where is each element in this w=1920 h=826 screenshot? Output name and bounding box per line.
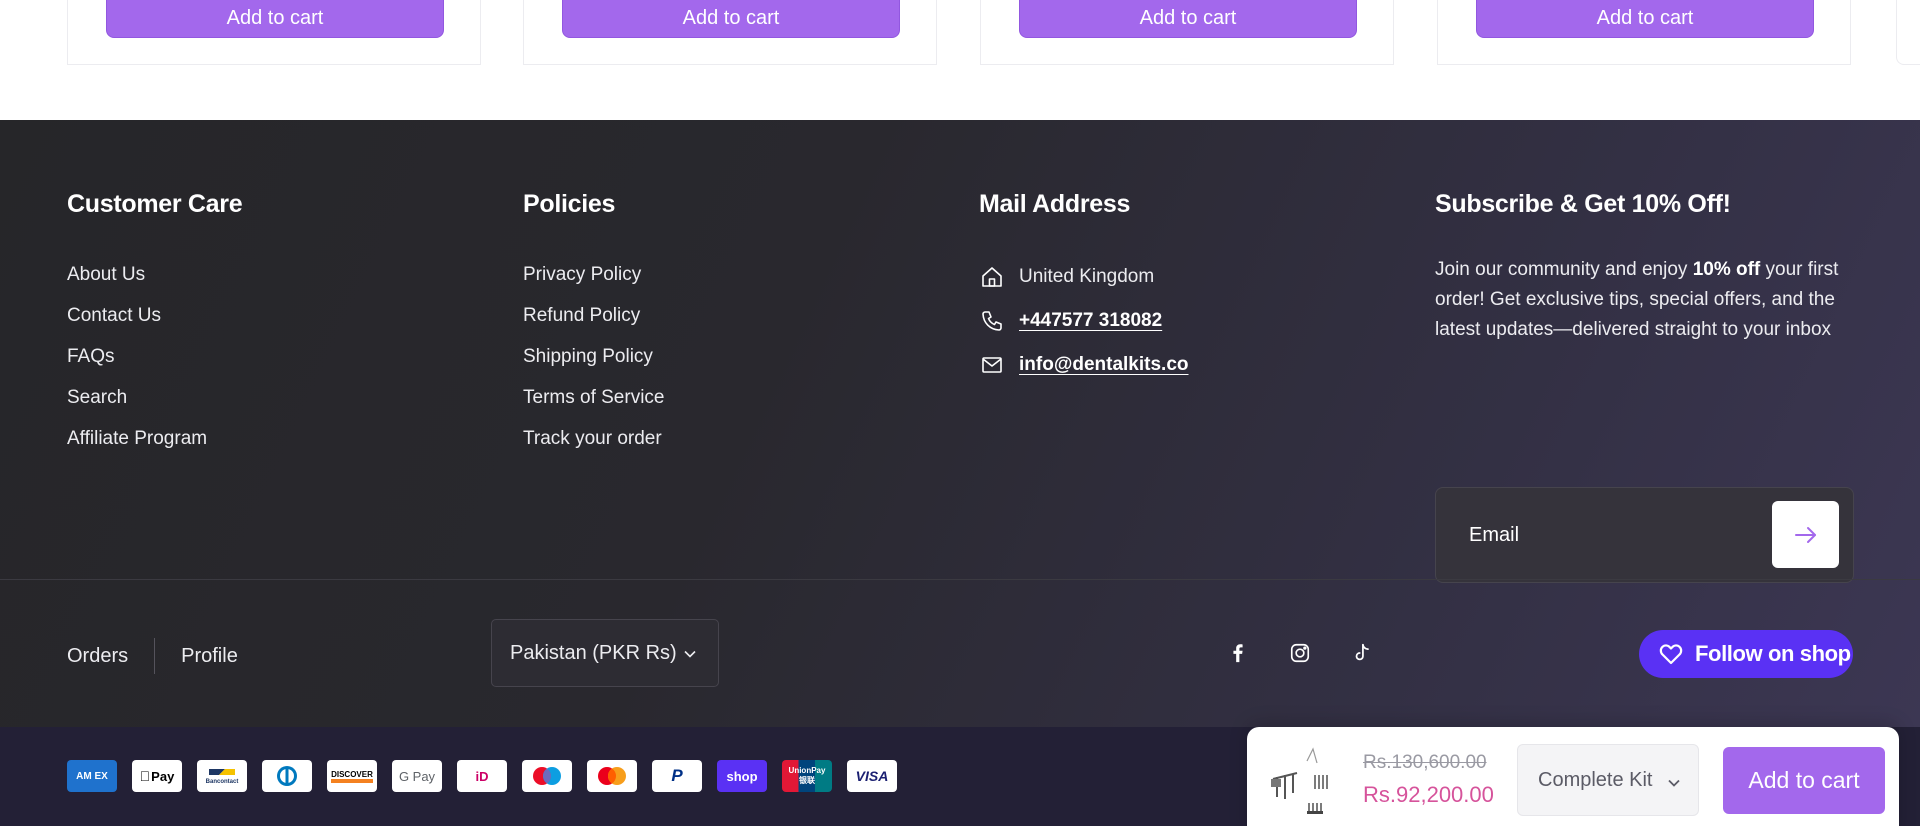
mail-icon bbox=[979, 352, 1005, 378]
footer-link-faqs[interactable]: FAQs bbox=[67, 345, 242, 386]
subscribe-discount: 10% off bbox=[1692, 259, 1761, 280]
diners-club-icon bbox=[262, 760, 312, 792]
payment-icons: AM EX Pay Bancontact DISCOVER G Pay iD … bbox=[67, 760, 912, 792]
footer-link-contact-us[interactable]: Contact Us bbox=[67, 304, 242, 345]
facebook-icon[interactable] bbox=[1224, 639, 1252, 667]
subscribe-text-part: Join our community and enjoy bbox=[1435, 259, 1693, 280]
footer-link-affiliate[interactable]: Affiliate Program bbox=[67, 427, 242, 468]
visa-icon: VISA bbox=[847, 760, 897, 792]
country-selector[interactable]: Pakistan (PKR Rs) bbox=[491, 619, 719, 687]
location-text: United Kingdom bbox=[1019, 266, 1155, 287]
payment-label: iD bbox=[475, 768, 489, 784]
home-icon bbox=[979, 264, 1005, 290]
footer-link-privacy-policy[interactable]: Privacy Policy bbox=[523, 263, 664, 304]
amex-icon: AM EX bbox=[67, 760, 117, 792]
email-link[interactable]: info@dentalkits.co bbox=[1019, 354, 1189, 376]
heart-icon bbox=[1659, 643, 1683, 665]
payment-label: VISA bbox=[855, 768, 889, 784]
product-card: Add to cart bbox=[67, 0, 481, 65]
product-card-partial bbox=[1896, 0, 1920, 65]
original-price: Rs.130,600.00 bbox=[1363, 752, 1487, 773]
contact-list: United Kingdom +447577 318082 info@denta… bbox=[979, 255, 1189, 387]
chevron-down-icon bbox=[1668, 779, 1680, 787]
subscribe-heading: Subscribe & Get 10% Off! bbox=[1435, 190, 1731, 218]
follow-label: Follow on shop bbox=[1695, 641, 1851, 666]
payment-label: UnionPay 银联 bbox=[788, 766, 826, 785]
footer-link-refund-policy[interactable]: Refund Policy bbox=[523, 304, 664, 345]
payment-label: G Pay bbox=[398, 768, 436, 784]
bancontact-icon: Bancontact bbox=[197, 760, 247, 792]
subscribe-submit-button[interactable] bbox=[1772, 501, 1839, 568]
paypal-icon: P bbox=[652, 760, 702, 792]
country-selector-value: Pakistan (PKR Rs) bbox=[510, 641, 677, 664]
chevron-down-icon bbox=[684, 650, 696, 658]
maestro-icon bbox=[522, 760, 572, 792]
sale-price: Rs.92,200.00 bbox=[1363, 782, 1494, 807]
profile-link[interactable]: Profile bbox=[181, 645, 238, 668]
mail-address-column: Mail Address United Kingdom +447577 3180… bbox=[979, 190, 1189, 387]
footer-link-terms-of-service[interactable]: Terms of Service bbox=[523, 386, 664, 427]
policies-column: Policies Privacy Policy Refund Policy Sh… bbox=[523, 190, 664, 468]
customer-care-links: About Us Contact Us FAQs Search Affiliat… bbox=[67, 263, 242, 468]
product-card: Add to cart bbox=[523, 0, 937, 65]
ideal-icon: iD bbox=[457, 760, 507, 792]
add-to-cart-button[interactable]: Add to cart bbox=[106, 0, 444, 38]
social-links bbox=[1224, 639, 1410, 667]
discover-icon: DISCOVER bbox=[327, 760, 377, 792]
payment-label: Pay bbox=[145, 768, 174, 784]
product-card: Add to cart bbox=[980, 0, 1394, 65]
tiktok-icon[interactable] bbox=[1348, 639, 1376, 667]
orders-link[interactable]: Orders bbox=[67, 645, 128, 668]
newsletter-form: Email bbox=[1435, 487, 1854, 583]
footer-divider bbox=[0, 579, 1920, 580]
add-to-cart-button[interactable]: Add to cart bbox=[1019, 0, 1357, 38]
footer-link-about-us[interactable]: About Us bbox=[67, 263, 242, 304]
add-to-cart-button[interactable]: Add to cart bbox=[562, 0, 900, 38]
customer-care-heading: Customer Care bbox=[67, 190, 243, 218]
product-strip: Add to cart Add to cart Add to cart Add … bbox=[0, 0, 1920, 120]
instagram-icon[interactable] bbox=[1286, 639, 1314, 667]
product-card: Add to cart bbox=[1437, 0, 1851, 65]
sticky-add-to-cart-button[interactable]: Add to cart bbox=[1723, 747, 1885, 814]
account-nav: Orders Profile bbox=[67, 638, 238, 674]
email-input[interactable]: Email bbox=[1469, 524, 1519, 547]
subscribe-description: Join our community and enjoy 10% off you… bbox=[1435, 255, 1855, 345]
contact-phone: +447577 318082 bbox=[979, 299, 1189, 343]
variant-selector[interactable]: Complete Kit bbox=[1517, 744, 1699, 816]
product-thumbnail bbox=[1263, 741, 1335, 821]
subscribe-column: Subscribe & Get 10% Off! Join our commun… bbox=[1435, 190, 1855, 583]
google-pay-icon: G Pay bbox=[392, 760, 442, 792]
shop-pay-icon: shop bbox=[717, 760, 767, 792]
payment-label: Bancontact bbox=[205, 779, 239, 785]
payment-label: DISCOVER bbox=[331, 770, 373, 783]
payment-label: P bbox=[671, 766, 683, 785]
phone-icon bbox=[979, 308, 1005, 334]
follow-on-shop-button[interactable]: Follow on shop bbox=[1639, 630, 1853, 678]
payment-label: AM EX bbox=[76, 770, 108, 782]
contact-email: info@dentalkits.co bbox=[979, 343, 1189, 387]
arrow-right-icon bbox=[1794, 526, 1816, 543]
payment-label: shop bbox=[726, 768, 758, 784]
contact-location: United Kingdom bbox=[979, 255, 1189, 299]
apple-pay-icon: Pay bbox=[132, 760, 182, 792]
sticky-add-to-cart: Rs.130,600.00 Rs.92,200.00 Complete Kit … bbox=[1247, 727, 1899, 826]
footer: Customer Care About Us Contact Us FAQs S… bbox=[0, 120, 1920, 727]
nav-separator bbox=[154, 638, 156, 674]
footer-link-shipping-policy[interactable]: Shipping Policy bbox=[523, 345, 664, 386]
policies-heading: Policies bbox=[523, 190, 616, 218]
mail-address-heading: Mail Address bbox=[979, 190, 1131, 218]
unionpay-icon: UnionPay 银联 bbox=[782, 760, 832, 792]
footer-link-search[interactable]: Search bbox=[67, 386, 242, 427]
add-to-cart-button[interactable]: Add to cart bbox=[1476, 0, 1814, 38]
customer-care-column: Customer Care About Us Contact Us FAQs S… bbox=[67, 190, 243, 468]
phone-link[interactable]: +447577 318082 bbox=[1019, 310, 1162, 332]
footer-link-track-order[interactable]: Track your order bbox=[523, 427, 664, 468]
mastercard-icon bbox=[587, 760, 637, 792]
policies-links: Privacy Policy Refund Policy Shipping Po… bbox=[523, 263, 664, 468]
variant-value: Complete Kit bbox=[1538, 768, 1653, 791]
